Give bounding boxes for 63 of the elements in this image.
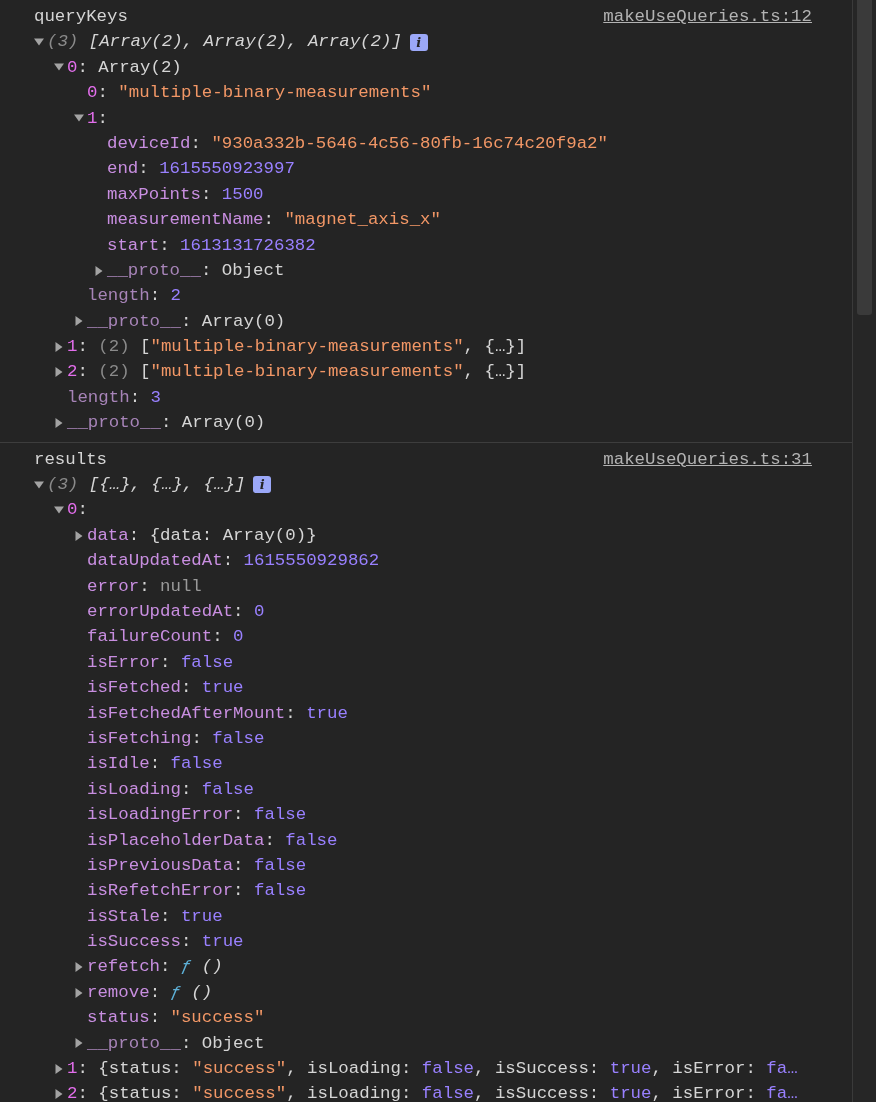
object-property: 1: [87,107,108,130]
object-property: isFetched: true [87,677,244,700]
object-property: 0: "multiple-binary-measurements" [87,82,432,105]
object-property: deviceId: "930a332b-5646-4c56-80fb-16c74c20f9a2" [107,132,608,155]
object-property: length: 3 [67,386,161,409]
info-badge[interactable]: i [253,476,272,494]
object-property: 1: (2) ["multiple-binary-measurements", {…}] [67,336,527,359]
object-property: dataUpdatedAt: 1615550929862 [87,550,380,573]
disclosure-triangle-icon[interactable] [74,987,84,998]
source-link[interactable]: makeUseQueries.ts:12 [603,4,812,30]
object-property: 2: (2) ["multiple-binary-measurements", {…}] [67,361,527,384]
object-property: remove: ƒ () [87,981,213,1004]
log-label: queryKeys [34,6,128,28]
disclosure-triangle-icon[interactable] [34,37,44,48]
object-property: isStale: true [87,905,223,928]
object-property: isFetching: false [87,727,265,750]
disclosure-triangle-icon[interactable] [54,1063,64,1074]
object-property: 0: [67,499,88,522]
object-property: isRefetchError: false [87,880,307,903]
object-property: __proto__: Array(0) [87,310,286,333]
disclosure-triangle-icon[interactable] [74,1038,84,1049]
object-property: end: 1615550923997 [107,158,295,181]
object-property: maxPoints: 1500 [107,183,264,206]
disclosure-triangle-icon[interactable] [54,341,64,352]
object-property: isSuccess: true [87,931,244,954]
object-property: isLoading: false [87,778,254,801]
info-badge[interactable]: i [409,33,428,51]
object-property: isError: false [87,651,234,674]
object-property: isFetchedAfterMount: true [87,702,348,725]
disclosure-triangle-icon[interactable] [74,316,84,327]
disclosure-triangle-icon[interactable] [74,530,84,541]
disclosure-triangle-icon[interactable] [54,417,64,428]
object-property: 2: {status: "success", isLoading: false, isSuccess: true, isError: fa… [67,1083,798,1102]
disclosure-triangle-icon[interactable] [74,962,84,973]
object-property: failureCount: 0 [87,626,244,649]
disclosure-triangle-icon[interactable] [34,479,44,490]
object-property: status: "success" [87,1007,265,1030]
object-property: data: {data: Array(0)} [87,524,317,547]
disclosure-triangle-icon[interactable] [54,505,64,516]
object-property: isPlaceholderData: false [87,829,338,852]
disclosure-triangle-icon[interactable] [54,367,64,378]
object-property: 0: Array(2) [67,56,182,79]
log-label: results [34,448,108,471]
disclosure-triangle-icon[interactable] [94,265,104,276]
object-property: __proto__: Object [87,1032,265,1055]
source-link[interactable]: makeUseQueries.ts:31 [603,446,812,473]
object-property: isIdle: false [87,753,223,776]
object-property: measurementName: "magnet_axis_x" [107,209,441,232]
object-property: errorUpdatedAt: 0 [87,601,265,623]
object-property: isLoadingError: false [87,804,307,827]
object-property: error: null [87,575,202,598]
object-property: refetch: ƒ () [87,956,223,979]
disclosure-triangle-icon[interactable] [74,113,84,124]
object-property: start: 1613131726382 [107,234,316,257]
object-property: (3) [Array(2), Array(2), Array(2)] [47,31,402,54]
object-property: __proto__: Array(0) [67,412,266,435]
object-property: length: 2 [87,285,181,308]
object-property: (3) [{…}, {…}, {…}] [47,474,246,497]
disclosure-triangle-icon[interactable] [54,1089,64,1100]
disclosure-triangle-icon[interactable] [54,62,64,73]
object-property: 1: {status: "success", isLoading: false, isSuccess: true, isError: fa… [67,1058,798,1080]
object-property: __proto__: Object [107,259,285,282]
object-property: isPreviousData: false [87,854,307,877]
